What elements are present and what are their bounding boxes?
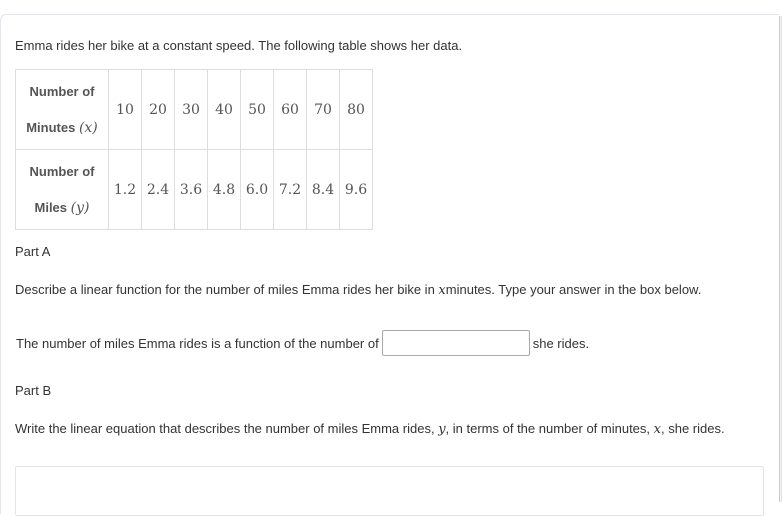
table-cell: 80 xyxy=(339,69,373,150)
table-cell: 8.4 xyxy=(306,149,340,230)
row-header-var: (x) xyxy=(78,119,98,136)
table-cell: 2.4 xyxy=(141,149,175,230)
table-cell: 60 xyxy=(273,69,307,150)
part-a-sentence-after: she rides. xyxy=(532,335,590,351)
table-cell: 70 xyxy=(306,69,340,150)
pane-divider[interactable] xyxy=(779,16,782,502)
part-b-prompt-2: , in terms of the number of minutes, xyxy=(445,421,654,436)
math-var-y: y xyxy=(438,422,446,437)
table-cell: 3.6 xyxy=(174,149,208,230)
math-var-x: x xyxy=(438,283,446,298)
row-header-line1: Number of xyxy=(29,163,95,179)
table-cell: 1.2 xyxy=(108,149,142,230)
math-var-x: x xyxy=(653,422,661,437)
part-b-prompt-1: Write the linear equation that describes… xyxy=(15,421,439,436)
row-header-var: (y) xyxy=(70,199,90,216)
table-cell: 6.0 xyxy=(240,149,274,230)
part-b-prompt: Write the linear equation that describes… xyxy=(15,419,765,439)
intro-text: Emma rides her bike at a constant speed.… xyxy=(15,38,463,53)
part-a-sentence-before: The number of miles Emma rides is a func… xyxy=(16,335,379,351)
table-cell: 50 xyxy=(240,69,274,150)
part-b-answer-box[interactable] xyxy=(15,466,764,516)
part-a-answer-input[interactable] xyxy=(381,330,530,356)
row-header-line2: Miles xyxy=(34,199,68,215)
part-a-fill-in: The number of miles Emma rides is a func… xyxy=(16,328,589,358)
table-cell: 20 xyxy=(141,69,175,150)
part-a-prompt: Describe a linear function for the numbe… xyxy=(15,280,755,300)
row-header-miles: Number of Miles (y) xyxy=(15,149,109,230)
table-cell: 40 xyxy=(207,69,241,150)
part-a-title: Part A xyxy=(15,244,51,259)
data-table: Number of Minutes (x) 10 20 30 40 50 60 … xyxy=(15,69,373,230)
table-cell: 30 xyxy=(174,69,208,150)
table-cell: 4.8 xyxy=(207,149,241,230)
row-header-line1: Number of xyxy=(29,83,95,99)
row-header-minutes: Number of Minutes (x) xyxy=(15,69,109,150)
table-row: Number of Miles (y) 1.2 2.4 3.6 4.8 6.0 … xyxy=(15,149,373,230)
question-intro: Emma rides her bike at a constant speed.… xyxy=(15,36,765,55)
table-row: Number of Minutes (x) 10 20 30 40 50 60 … xyxy=(15,69,373,150)
part-b-title: Part B xyxy=(15,383,52,398)
part-a-prompt-before: Describe a linear function for the numbe… xyxy=(15,282,439,297)
part-b-prompt-3: , she rides. xyxy=(660,421,725,436)
part-a-prompt-after: minutes. Type your answer in the box bel… xyxy=(445,282,702,297)
row-header-line2: Minutes xyxy=(26,119,76,135)
table-cell: 9.6 xyxy=(339,149,373,230)
table-cell: 10 xyxy=(108,69,142,150)
table-cell: 7.2 xyxy=(273,149,307,230)
